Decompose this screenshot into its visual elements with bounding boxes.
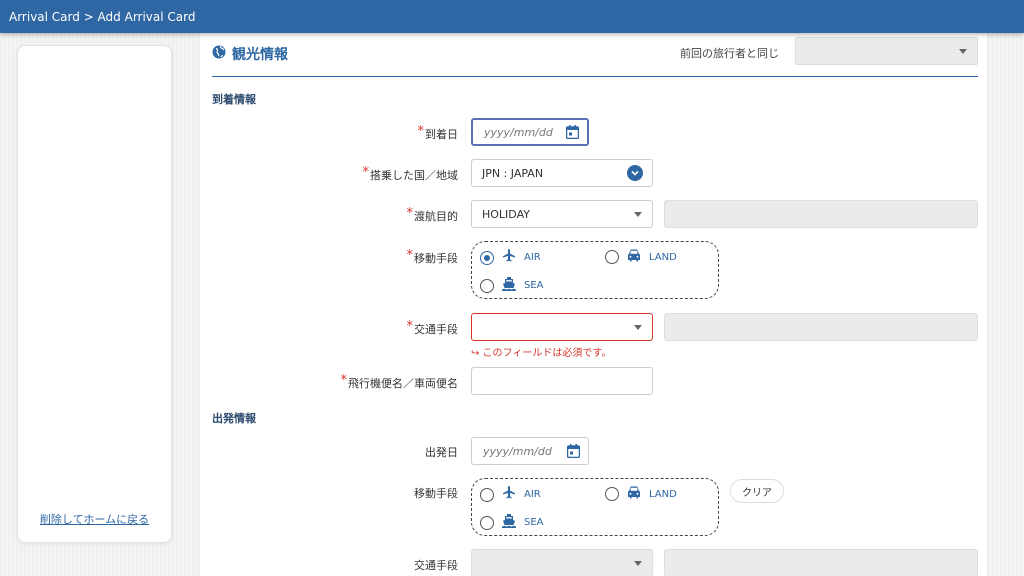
radio-button[interactable]	[480, 250, 494, 265]
calendar-icon[interactable]	[565, 125, 580, 142]
chevron-down-icon	[627, 165, 643, 181]
chevron-down-icon	[634, 212, 642, 217]
departure-date-input[interactable]: yyyy/mm/dd	[471, 437, 589, 465]
radio-label: LAND	[649, 488, 677, 500]
departure-transport-label: 交通手段	[414, 559, 458, 572]
arrival-mode-land[interactable]: LAND	[605, 249, 677, 265]
calendar-icon[interactable]	[566, 444, 581, 461]
departure-transport-select[interactable]	[471, 549, 653, 576]
airplane-icon	[502, 486, 516, 503]
delete-and-return-home-link[interactable]: 削除してホームに戻る	[18, 511, 171, 527]
section-title-text: 観光情報	[232, 47, 288, 63]
arrival-heading: 到着情報	[212, 93, 256, 106]
departure-heading: 出発情報	[212, 412, 256, 425]
globe-icon	[212, 45, 226, 63]
arrival-date-input[interactable]: yyyy/mm/dd	[471, 118, 589, 146]
radio-button[interactable]	[480, 278, 494, 293]
boarding-country-select[interactable]: JPN : JAPAN	[471, 159, 653, 187]
airplane-icon	[502, 249, 516, 266]
section-header: 観光情報 前回の旅行者と同じ	[212, 37, 978, 77]
radio-button[interactable]	[480, 487, 494, 502]
boarding-country-label: *搭乗した国／地域	[362, 165, 459, 182]
car-icon	[627, 486, 641, 502]
arrival-date-label: *到着日	[417, 124, 459, 141]
chevron-down-icon	[634, 561, 642, 566]
car-icon	[627, 249, 641, 265]
radio-label: SEA	[524, 280, 544, 291]
transport-other-input	[664, 313, 978, 341]
departure-mode-radio-group: AIR LAND SEA	[471, 478, 719, 536]
arrival-mode-sea[interactable]: SEA	[480, 277, 544, 294]
same-as-prev-select[interactable]	[795, 37, 978, 65]
ship-icon	[502, 277, 516, 294]
clear-button[interactable]: クリア	[730, 479, 784, 503]
radio-button[interactable]	[605, 250, 619, 264]
travel-purpose-label: *渡航目的	[406, 206, 459, 223]
arrival-mode-radio-group: AIR LAND SEA	[471, 241, 719, 299]
departure-date-placeholder: yyyy/mm/dd	[483, 444, 552, 458]
section-title: 観光情報	[212, 44, 288, 64]
departure-mode-air[interactable]: AIR	[480, 486, 541, 503]
top-bar: Arrival Card > Add Arrival Card	[0, 0, 1024, 33]
boarding-country-value: JPN : JAPAN	[482, 166, 544, 180]
travel-purpose-value: HOLIDAY	[482, 207, 530, 221]
same-as-prev-label: 前回の旅行者と同じ	[680, 47, 779, 60]
departure-mode-sea[interactable]: SEA	[480, 514, 544, 531]
departure-mode-label: 移動手段	[414, 487, 458, 500]
arrival-date-placeholder: yyyy/mm/dd	[484, 125, 553, 139]
flight-number-label: *飛行機便名／車両便名	[340, 373, 459, 390]
transport-error-message: ↪ このフィールドは必須です。	[471, 348, 612, 359]
form-panel: 観光情報 前回の旅行者と同じ 到着情報 *到着日 yyyy/mm/dd *搭乗し…	[199, 33, 988, 576]
departure-mode-land[interactable]: LAND	[605, 486, 677, 502]
radio-label: AIR	[524, 489, 541, 500]
flight-number-input[interactable]	[471, 367, 653, 395]
sidebar: 削除してホームに戻る	[17, 45, 172, 543]
travel-purpose-select[interactable]: HOLIDAY	[471, 200, 653, 228]
departure-transport-other-input	[664, 549, 978, 576]
travel-purpose-other-input	[664, 200, 978, 228]
chevron-down-icon	[634, 325, 642, 330]
transport-label: *交通手段	[406, 319, 459, 336]
transport-select[interactable]	[471, 313, 653, 341]
chevron-down-icon	[959, 49, 967, 54]
ship-icon	[502, 514, 516, 531]
radio-label: AIR	[524, 252, 541, 263]
departure-date-label: 出発日	[425, 446, 458, 459]
breadcrumb: Arrival Card > Add Arrival Card	[9, 9, 196, 24]
radio-label: LAND	[649, 251, 677, 263]
radio-button[interactable]	[480, 515, 494, 530]
arrival-mode-air[interactable]: AIR	[480, 249, 541, 266]
arrival-mode-label: *移動手段	[406, 248, 459, 265]
radio-button[interactable]	[605, 487, 619, 501]
radio-label: SEA	[524, 517, 544, 528]
